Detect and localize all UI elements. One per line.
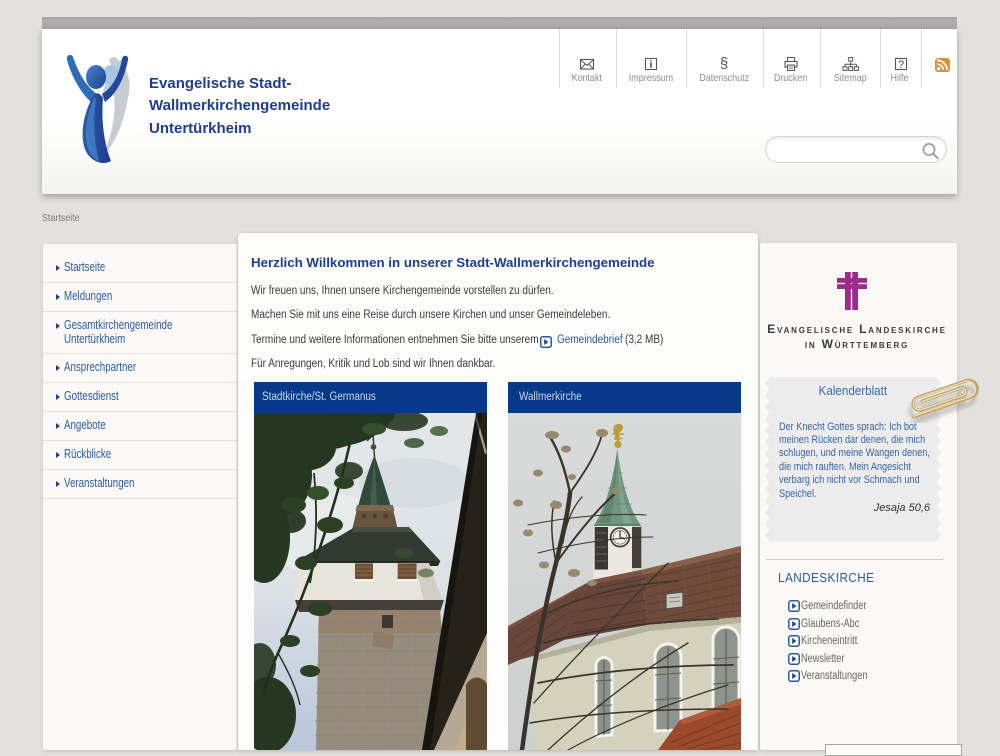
svg-text:?: ? [898, 59, 904, 71]
svg-text:i: i [650, 60, 653, 71]
svg-text:§: § [720, 55, 728, 71]
